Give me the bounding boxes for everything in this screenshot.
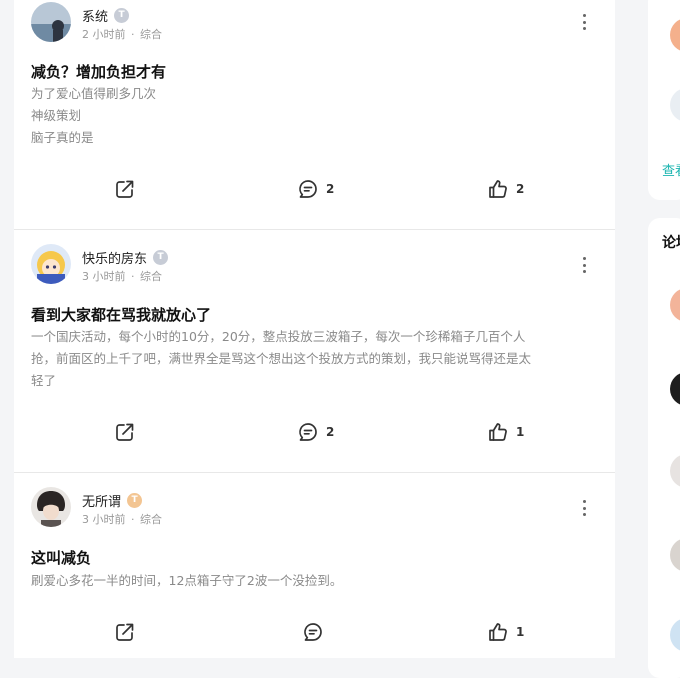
post-time: 3 小时前 [82, 270, 126, 283]
post-body[interactable]: 为了爱心值得刷多几次 神级策划 脑子真的是 [31, 83, 596, 149]
comment-count: 2 [326, 182, 335, 196]
username-text[interactable]: 系统 [82, 6, 108, 25]
avatar[interactable] [31, 487, 71, 527]
share-icon [116, 423, 134, 441]
post-title[interactable]: 减负？增加负担才有 [31, 61, 166, 82]
avatar[interactable] [670, 618, 680, 652]
avatar[interactable] [31, 244, 71, 284]
sidebar-card-forum: 论坛 [648, 218, 680, 678]
sidebar-card-top: 查看 [648, 0, 680, 200]
share-icon [116, 623, 134, 641]
post-category[interactable]: 综合 [140, 28, 162, 41]
comment-icon [304, 623, 322, 641]
like-button[interactable]: 1 [487, 621, 524, 643]
post-body-line: 轻了 [31, 373, 57, 388]
share-button[interactable] [114, 421, 136, 443]
post-body-line: 神级策划 [31, 108, 82, 123]
avatar[interactable] [670, 372, 680, 406]
like-icon [489, 623, 507, 641]
comment-count: 2 [326, 425, 335, 439]
share-button[interactable] [114, 621, 136, 643]
post-card[interactable]: 无所谓 T 3 小时前 · 综合 这叫减负 刷爱心多花一半的时间，12点箱子守了… [14, 473, 615, 658]
comment-icon [299, 180, 317, 198]
level-badge: T [114, 8, 130, 23]
post-body[interactable]: 一个国庆活动，每个小时的10分，20分，整点投放三波箱子，每次一个珍稀箱子几百个… [31, 326, 596, 392]
share-icon [116, 180, 134, 198]
level-badge: T [153, 250, 169, 265]
avatar[interactable] [31, 2, 71, 42]
sidebar-section-title: 论坛 [662, 235, 680, 251]
username-text[interactable]: 无所谓 [82, 491, 121, 510]
post-card[interactable]: 系统 T 2 小时前 · 综合 减负？增加负担才有 为了爱心值得刷多几次 神级策… [14, 0, 615, 229]
post-category[interactable]: 综合 [140, 513, 162, 526]
username[interactable]: 系统 T [82, 6, 130, 25]
post-body-line: 抢，前面区的上千了吧，满世界全是骂这个想出这个投放方式的策划，我只能说骂得还是太 [31, 351, 532, 366]
post-body-line: 刷爱心多花一半的时间，12点箱子守了2波一个没捡到。 [31, 573, 343, 588]
avatar[interactable] [670, 18, 680, 52]
like-button[interactable]: 1 [487, 421, 524, 443]
post-feed: 系统 T 2 小时前 · 综合 减负？增加负担才有 为了爱心值得刷多几次 神级策… [14, 0, 615, 658]
username[interactable]: 快乐的房东 T [82, 248, 169, 267]
view-more-link[interactable]: 查看 [662, 160, 680, 179]
meta-separator: · [131, 270, 135, 283]
like-button[interactable]: 2 [487, 178, 524, 200]
comment-button[interactable]: 2 [297, 178, 334, 200]
meta-separator: · [131, 513, 135, 526]
post-meta: 3 小时前 · 综合 [82, 511, 162, 527]
post-title[interactable]: 看到大家都在骂我就放心了 [31, 304, 211, 325]
post-body[interactable]: 刷爱心多花一半的时间，12点箱子守了2波一个没捡到。 [31, 570, 596, 592]
post-body-line: 为了爱心值得刷多几次 [31, 86, 157, 101]
avatar[interactable] [670, 538, 680, 572]
post-body-line: 一个国庆活动，每个小时的10分，20分，整点投放三波箱子，每次一个珍稀箱子几百个… [31, 329, 526, 344]
like-count: 2 [516, 182, 525, 196]
post-time: 2 小时前 [82, 28, 126, 41]
post-body-line: 脑子真的是 [31, 130, 94, 145]
comment-button[interactable] [302, 621, 331, 643]
level-badge: T [127, 493, 143, 508]
comment-icon [299, 423, 317, 441]
post-meta: 2 小时前 · 综合 [82, 26, 162, 42]
post-category[interactable]: 综合 [140, 270, 162, 283]
more-icon[interactable] [578, 257, 590, 273]
post-time: 3 小时前 [82, 513, 126, 526]
like-count: 1 [516, 625, 525, 639]
share-button[interactable] [114, 178, 136, 200]
avatar[interactable] [670, 288, 680, 322]
more-icon[interactable] [578, 14, 590, 30]
post-title[interactable]: 这叫减负 [31, 547, 91, 568]
meta-separator: · [131, 28, 135, 41]
avatar[interactable] [670, 454, 680, 488]
username-text[interactable]: 快乐的房东 [82, 248, 147, 267]
username[interactable]: 无所谓 T [82, 491, 143, 510]
comment-button[interactable]: 2 [297, 421, 334, 443]
like-icon [489, 180, 507, 198]
post-card[interactable]: 快乐的房东 T 3 小时前 · 综合 看到大家都在骂我就放心了 一个国庆活动，每… [14, 230, 615, 472]
like-count: 1 [516, 425, 525, 439]
more-icon[interactable] [578, 500, 590, 516]
post-meta: 3 小时前 · 综合 [82, 268, 162, 284]
like-icon [489, 423, 507, 441]
avatar[interactable] [670, 88, 680, 122]
